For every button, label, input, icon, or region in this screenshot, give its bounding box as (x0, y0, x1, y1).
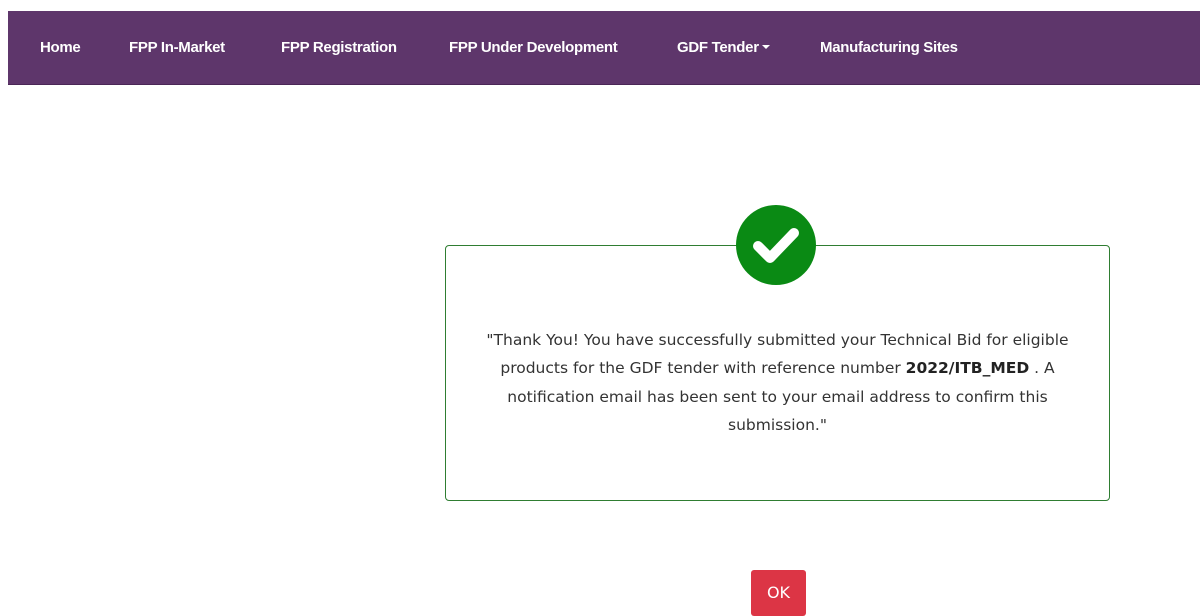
nav-item-label: FPP Registration (281, 39, 397, 56)
reference-number: 2022/ITB_MED (905, 359, 1030, 377)
nav-item-gdf-tender-dropdown[interactable]: GDF Tender (677, 38, 770, 58)
nav-item-label: FPP Under Development (449, 39, 618, 56)
nav-item-fpp-under-development[interactable]: FPP Under Development (449, 38, 618, 58)
nav-item-label: Manufacturing Sites (820, 39, 958, 56)
caret-down-icon (761, 45, 770, 50)
top-navbar: Home FPP In-Market FPP Registration FPP … (8, 11, 1200, 85)
checkmark-icon (753, 228, 799, 263)
nav-item-label: GDF Tender (677, 39, 759, 56)
nav-item-manufacturing-sites[interactable]: Manufacturing Sites (820, 38, 958, 58)
nav-item-fpp-in-market[interactable]: FPP In-Market (129, 38, 225, 58)
ok-button[interactable]: OK (751, 570, 806, 616)
nav-menu: Home FPP In-Market FPP Registration FPP … (8, 11, 1200, 84)
nav-item-home[interactable]: Home (40, 38, 81, 58)
nav-item-label: FPP In-Market (129, 39, 225, 56)
nav-item-fpp-registration[interactable]: FPP Registration (281, 38, 397, 58)
nav-item-label: Home (40, 39, 81, 56)
success-message: "Thank You! You have successfully submit… (465, 326, 1090, 440)
success-checkmark-icon (736, 205, 816, 285)
